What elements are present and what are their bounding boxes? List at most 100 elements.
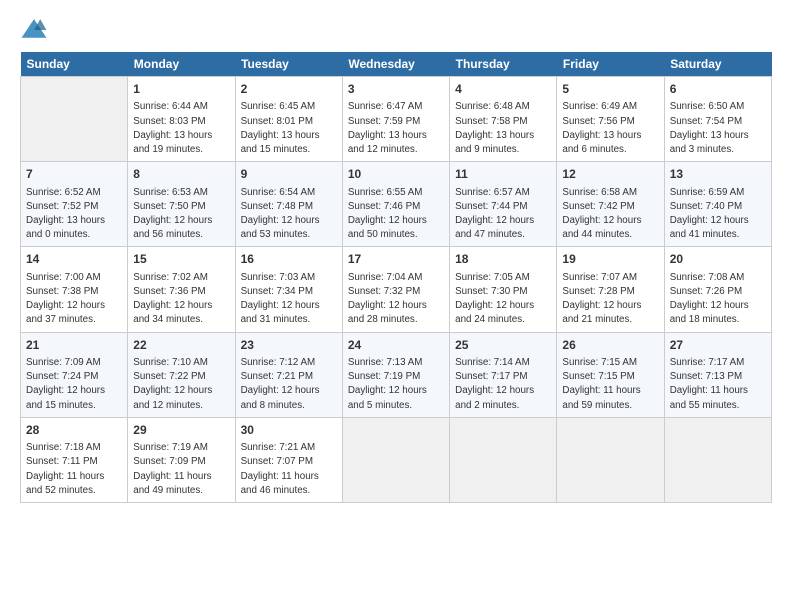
day-number: 6 [670, 81, 766, 98]
day-number: 26 [562, 337, 658, 354]
weekday-header-friday: Friday [557, 52, 664, 77]
day-info: Sunrise: 7:05 AM Sunset: 7:30 PM Dayligh… [455, 271, 551, 328]
day-cell: 22Sunrise: 7:10 AM Sunset: 7:22 PM Dayli… [128, 332, 235, 417]
day-info: Sunrise: 7:12 AM Sunset: 7:21 PM Dayligh… [241, 356, 337, 413]
weekday-header-row: SundayMondayTuesdayWednesdayThursdayFrid… [21, 52, 772, 77]
day-number: 30 [241, 422, 337, 439]
day-number: 3 [348, 81, 444, 98]
day-cell: 4 Sunrise: 6:48 AM Sunset: 7:58 PM Daylig… [450, 77, 557, 162]
day-number: 5 [562, 81, 658, 98]
day-cell: 28 Sunrise: 7:18 AM Sunset: 7:11 PM Dayli… [21, 417, 128, 502]
week-row-1: 1 Sunrise: 6:44 AM Sunset: 8:03 PM Daylig… [21, 77, 772, 162]
day-cell: 26 Sunrise: 7:15 AM Sunset: 7:15 PM Dayli… [557, 332, 664, 417]
day-info: Sunrise: 7:08 AM Sunset: 7:26 PM Dayligh… [670, 271, 766, 328]
day-number: 22 [133, 337, 229, 354]
day-cell: 17 Sunrise: 7:04 AM Sunset: 7:32 PM Dayli… [342, 247, 449, 332]
day-info: Sunrise: 7:00 AM Sunset: 7:38 PM Dayligh… [26, 271, 122, 328]
day-number: 10 [348, 166, 444, 183]
week-row-5: 28 Sunrise: 7:18 AM Sunset: 7:11 PM Dayli… [21, 417, 772, 502]
day-number: 9 [241, 166, 337, 183]
day-cell: 13 Sunrise: 6:59 AM Sunset: 7:40 PM Dayli… [664, 162, 771, 247]
logo [20, 16, 52, 44]
day-number: 13 [670, 166, 766, 183]
day-info: Sunrise: 6:49 AM Sunset: 7:56 PM Dayligh… [562, 100, 658, 157]
day-info: Sunrise: 6:55 AM Sunset: 7:46 PM Dayligh… [348, 186, 444, 243]
day-number: 8 [133, 166, 229, 183]
day-cell: 9 Sunrise: 6:54 AM Sunset: 7:48 PM Daylig… [235, 162, 342, 247]
day-cell: 6 Sunrise: 6:50 AM Sunset: 7:54 PM Daylig… [664, 77, 771, 162]
day-info: Sunrise: 7:04 AM Sunset: 7:32 PM Dayligh… [348, 271, 444, 328]
day-number: 2 [241, 81, 337, 98]
day-info: Sunrise: 7:14 AM Sunset: 7:17 PM Dayligh… [455, 356, 551, 413]
day-info: Sunrise: 7:19 AM Sunset: 7:09 PM Dayligh… [133, 441, 229, 498]
day-info: Sunrise: 7:13 AM Sunset: 7:19 PM Dayligh… [348, 356, 444, 413]
day-info: Sunrise: 7:03 AM Sunset: 7:34 PM Dayligh… [241, 271, 337, 328]
day-cell: 29 Sunrise: 7:19 AM Sunset: 7:09 PM Dayli… [128, 417, 235, 502]
day-number: 4 [455, 81, 551, 98]
day-cell: 30 Sunrise: 7:21 AM Sunset: 7:07 PM Dayli… [235, 417, 342, 502]
day-cell: 19 Sunrise: 7:07 AM Sunset: 7:28 PM Dayli… [557, 247, 664, 332]
day-cell [664, 417, 771, 502]
day-number: 20 [670, 251, 766, 268]
day-number: 18 [455, 251, 551, 268]
day-number: 11 [455, 166, 551, 183]
day-cell: 10 Sunrise: 6:55 AM Sunset: 7:46 PM Dayli… [342, 162, 449, 247]
day-cell: 14 Sunrise: 7:00 AM Sunset: 7:38 PM Dayli… [21, 247, 128, 332]
day-number: 12 [562, 166, 658, 183]
weekday-header-monday: Monday [128, 52, 235, 77]
day-info: Sunrise: 6:58 AM Sunset: 7:42 PM Dayligh… [562, 186, 658, 243]
day-number: 1 [133, 81, 229, 98]
day-info: Sunrise: 7:18 AM Sunset: 7:11 PM Dayligh… [26, 441, 122, 498]
day-cell: 7Sunrise: 6:52 AM Sunset: 7:52 PM Daylig… [21, 162, 128, 247]
day-info: Sunrise: 6:44 AM Sunset: 8:03 PM Dayligh… [133, 100, 229, 157]
day-cell: 20 Sunrise: 7:08 AM Sunset: 7:26 PM Dayli… [664, 247, 771, 332]
day-cell: 3 Sunrise: 6:47 AM Sunset: 7:59 PM Daylig… [342, 77, 449, 162]
day-cell: 5 Sunrise: 6:49 AM Sunset: 7:56 PM Daylig… [557, 77, 664, 162]
day-number: 14 [26, 251, 122, 268]
day-number: 25 [455, 337, 551, 354]
day-number: 27 [670, 337, 766, 354]
day-number: 23 [241, 337, 337, 354]
day-cell: 24Sunrise: 7:13 AM Sunset: 7:19 PM Dayli… [342, 332, 449, 417]
day-info: Sunrise: 6:48 AM Sunset: 7:58 PM Dayligh… [455, 100, 551, 157]
day-number: 15 [133, 251, 229, 268]
day-cell: 27 Sunrise: 7:17 AM Sunset: 7:13 PM Dayli… [664, 332, 771, 417]
day-info: Sunrise: 6:52 AM Sunset: 7:52 PM Dayligh… [26, 186, 122, 243]
weekday-header-sunday: Sunday [21, 52, 128, 77]
day-cell [342, 417, 449, 502]
day-number: 21 [26, 337, 122, 354]
day-cell: 1 Sunrise: 6:44 AM Sunset: 8:03 PM Daylig… [128, 77, 235, 162]
day-cell [21, 77, 128, 162]
day-info: Sunrise: 7:15 AM Sunset: 7:15 PM Dayligh… [562, 356, 658, 413]
day-info: Sunrise: 6:50 AM Sunset: 7:54 PM Dayligh… [670, 100, 766, 157]
day-cell: 23 Sunrise: 7:12 AM Sunset: 7:21 PM Dayli… [235, 332, 342, 417]
page-header [20, 16, 772, 44]
day-number: 28 [26, 422, 122, 439]
day-info: Sunrise: 6:57 AM Sunset: 7:44 PM Dayligh… [455, 186, 551, 243]
day-cell: 8 Sunrise: 6:53 AM Sunset: 7:50 PM Daylig… [128, 162, 235, 247]
day-number: 17 [348, 251, 444, 268]
weekday-header-saturday: Saturday [664, 52, 771, 77]
weekday-header-wednesday: Wednesday [342, 52, 449, 77]
day-info: Sunrise: 6:59 AM Sunset: 7:40 PM Dayligh… [670, 186, 766, 243]
day-cell: 2Sunrise: 6:45 AM Sunset: 8:01 PM Daylig… [235, 77, 342, 162]
day-info: Sunrise: 7:07 AM Sunset: 7:28 PM Dayligh… [562, 271, 658, 328]
day-info: Sunrise: 6:47 AM Sunset: 7:59 PM Dayligh… [348, 100, 444, 157]
weekday-header-thursday: Thursday [450, 52, 557, 77]
weekday-header-tuesday: Tuesday [235, 52, 342, 77]
day-info: Sunrise: 7:21 AM Sunset: 7:07 PM Dayligh… [241, 441, 337, 498]
week-row-2: 7Sunrise: 6:52 AM Sunset: 7:52 PM Daylig… [21, 162, 772, 247]
day-number: 29 [133, 422, 229, 439]
logo-icon [20, 16, 48, 44]
day-cell [557, 417, 664, 502]
day-cell [450, 417, 557, 502]
day-info: Sunrise: 7:09 AM Sunset: 7:24 PM Dayligh… [26, 356, 122, 413]
day-info: Sunrise: 6:54 AM Sunset: 7:48 PM Dayligh… [241, 186, 337, 243]
day-cell: 21 Sunrise: 7:09 AM Sunset: 7:24 PM Dayli… [21, 332, 128, 417]
calendar-table: SundayMondayTuesdayWednesdayThursdayFrid… [20, 52, 772, 503]
day-info: Sunrise: 6:53 AM Sunset: 7:50 PM Dayligh… [133, 186, 229, 243]
day-number: 19 [562, 251, 658, 268]
day-cell: 11 Sunrise: 6:57 AM Sunset: 7:44 PM Dayli… [450, 162, 557, 247]
day-info: Sunrise: 7:17 AM Sunset: 7:13 PM Dayligh… [670, 356, 766, 413]
day-cell: 16Sunrise: 7:03 AM Sunset: 7:34 PM Dayli… [235, 247, 342, 332]
